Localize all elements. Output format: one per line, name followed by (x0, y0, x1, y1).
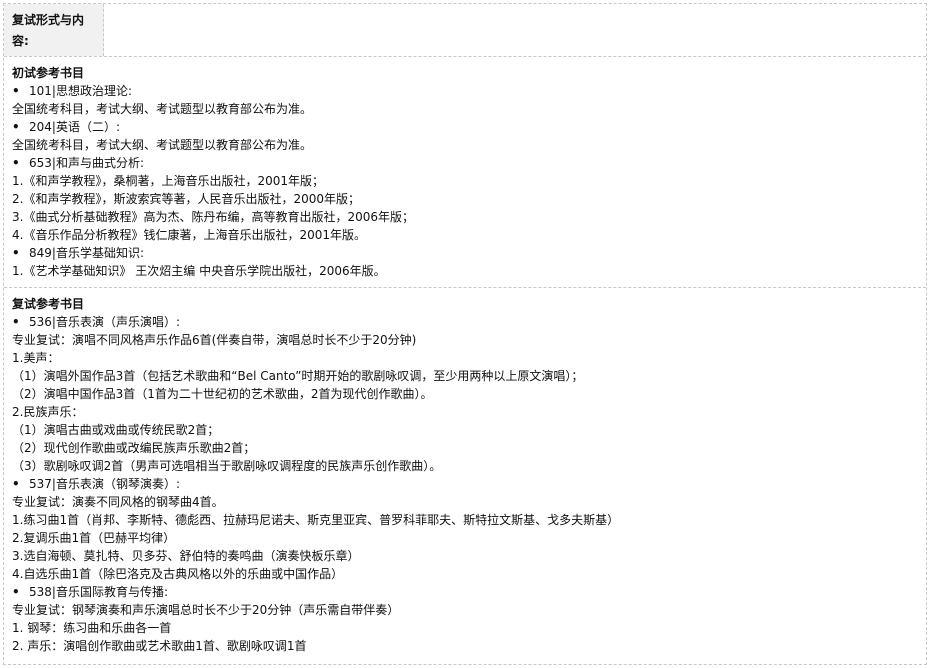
subject-bullet-item: 538|音乐国际教育与传播: (12, 583, 926, 601)
initial-books-heading: 初试参考书目 (12, 66, 85, 80)
text-line: 3.选自海顿、莫扎特、贝多芬、舒伯特的奏鸣曲（演奏快板乐章） (12, 549, 360, 563)
subject-bullet-label: 204|英语（二）: (29, 120, 120, 134)
text-line: 1.《和声学教程》，桑桐著，上海音乐出版社，2001年版； (12, 174, 324, 188)
format-value-cell (104, 4, 926, 56)
format-label-line-2: 容: (12, 34, 29, 48)
subject-bullet-label: 101|思想政治理论: (29, 84, 132, 98)
subject-bullet-item: 653|和声与曲式分析: (12, 154, 926, 172)
text-line: （1）演唱外国作品3首（包括艺术歌曲和“Bel Canto”时期开始的歌剧咏叹调… (12, 369, 584, 383)
text-line: 4.《音乐作品分析教程》钱仁康著，上海音乐出版社，2001年版。 (12, 228, 366, 242)
text-line: 专业复试：演奏不同风格的钢琴曲4首。 (12, 495, 224, 509)
text-line: 1.美声： (12, 351, 60, 365)
text-line: 1.练习曲1首（肖邦、李斯特、德彪西、拉赫玛尼诺夫、斯克里亚宾、普罗科菲耶夫、斯… (12, 513, 620, 527)
subject-bullet-item: 536|音乐表演（声乐演唱）: (12, 313, 926, 331)
text-line: （3）歌剧咏叹调2首（男声可选唱相当于歌剧咏叹调程度的民族声乐创作歌曲）。 (12, 459, 442, 473)
text-line: 全国统考科目，考试大纲、考试题型以教育部公布为准。 (12, 138, 313, 152)
text-line: （2）演唱中国作品3首（1首为二十世纪初的艺术歌曲，2首为现代创作歌曲）。 (12, 387, 433, 401)
retest-books-list: 536|音乐表演（声乐演唱）: 专业复试：演唱不同风格声乐作品6首(伴奏自带，演唱… (12, 313, 926, 655)
text-line: （1）演唱古曲或戏曲或传统民歌2首； (12, 423, 220, 437)
text-line: 专业复试：钢琴演奏和声乐演唱总时长不少于20分钟（声乐需自带伴奏） (12, 603, 400, 617)
retest-books-section: 复试参考书目 536|音乐表演（声乐演唱）: 专业复试：演唱不同风格声乐作品6首(… (4, 288, 926, 664)
table-row-format: 复试形式与内 容: (4, 4, 926, 57)
subject-bullet-item: 101|思想政治理论: (12, 82, 926, 100)
subject-bullet-item: 537|音乐表演（钢琴演奏）: (12, 475, 926, 493)
initial-books-list: 101|思想政治理论: 全国统考科目，考试大纲、考试题型以教育部公布为准。 204|… (12, 82, 926, 280)
subject-bullet-label: 849|音乐学基础知识: (29, 246, 144, 260)
subject-bullet-item: 849|音乐学基础知识: (12, 244, 926, 262)
subject-bullet-label: 536|音乐表演（声乐演唱）: (29, 315, 180, 329)
text-line: 2. 声乐：演唱创作歌曲或艺术歌曲1首、歌剧咏叹调1首 (12, 639, 307, 653)
format-label-line-1: 复试形式与内 (12, 13, 85, 27)
text-line: 4.自选乐曲1首（除巴洛克及古典风格以外的乐曲或中国作品） (12, 567, 344, 581)
text-line: 全国统考科目，考试大纲、考试题型以教育部公布为准。 (12, 102, 313, 116)
subject-bullet-label: 538|音乐国际教育与传播: (29, 585, 168, 599)
initial-books-section: 初试参考书目 101|思想政治理论: 全国统考科目，考试大纲、考试题型以教育部公布… (4, 57, 926, 288)
text-line: （2）现代创作歌曲或改编民族声乐歌曲2首； (12, 441, 256, 455)
content-table: 复试形式与内 容: 初试参考书目 101|思想政治理论: 全国统考科目，考试大纲、… (3, 3, 927, 665)
subject-bullet-label: 537|音乐表演（钢琴演奏）: (29, 477, 180, 491)
text-line: 1. 钢琴：练习曲和乐曲各一首 (12, 621, 172, 635)
text-line: 2.复调乐曲1首（巴赫平均律） (12, 531, 176, 545)
text-line: 专业复试：演唱不同风格声乐作品6首(伴奏自带，演唱总时长不少于20分钟) (12, 333, 417, 347)
text-line: 1.《艺术学基础知识》 王次炤主编 中央音乐学院出版社，2006年版。 (12, 264, 386, 278)
retest-books-heading: 复试参考书目 (12, 297, 85, 311)
text-line: 3.《曲式分析基础教程》高为杰、陈丹布编，高等教育出版社，2006年版； (12, 210, 414, 224)
subject-bullet-label: 653|和声与曲式分析: (29, 156, 144, 170)
format-label-cell: 复试形式与内 容: (4, 4, 104, 56)
subject-bullet-item: 204|英语（二）: (12, 118, 926, 136)
text-line: 2.民族声乐： (12, 405, 84, 419)
text-line: 2.《和声学教程》，斯波索宾等著，人民音乐出版社，2000年版； (12, 192, 360, 206)
